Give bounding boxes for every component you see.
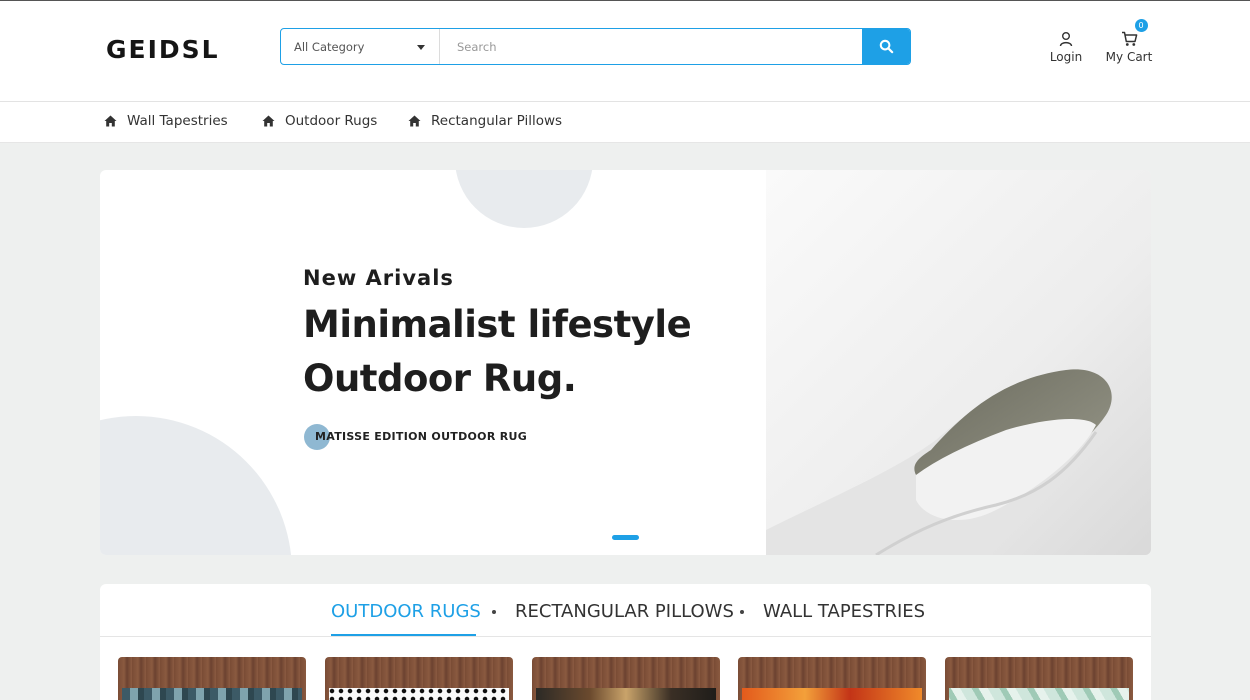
product-image: [122, 688, 302, 700]
product-image: [949, 688, 1129, 700]
product-image: [742, 688, 922, 700]
search-bar: All Category: [280, 28, 911, 65]
hero-subtitle: New Arivals: [303, 266, 454, 290]
search-button[interactable]: [862, 29, 910, 64]
hero-title: Minimalist lifestyle Outdoor Rug.: [303, 298, 723, 406]
slider-indicator[interactable]: [612, 535, 639, 540]
active-tab-underline: [331, 634, 476, 636]
product-card[interactable]: [945, 657, 1133, 700]
category-select[interactable]: All Category: [281, 29, 440, 64]
home-icon: [262, 115, 275, 127]
product-card[interactable]: [325, 657, 513, 700]
product-card[interactable]: [118, 657, 306, 700]
login-button[interactable]: Login: [1046, 27, 1086, 64]
tab-separator: [492, 610, 496, 614]
category-select-value: All Category: [294, 39, 365, 54]
hero-title-line: Outdoor Rug.: [303, 357, 577, 400]
decorative-circle: [455, 170, 593, 228]
site-header: GEIDSL All Category Login: [0, 0, 1250, 102]
tab-separator: [740, 610, 744, 614]
search-input[interactable]: [440, 29, 862, 64]
cart-icon: [1121, 31, 1137, 46]
cart-button[interactable]: 0 My Cart: [1104, 19, 1154, 64]
category-nav: Wall Tapestries Outdoor Rugs Rectangular…: [0, 102, 1250, 143]
user-icon: [1059, 32, 1073, 47]
tabs-bar: OUTDOOR RUGS RECTANGULAR PILLOWS WALL TA…: [100, 584, 1151, 637]
home-icon: [408, 115, 421, 127]
tab-rectangular-pillows[interactable]: RECTANGULAR PILLOWS: [515, 601, 734, 622]
product-image: [329, 688, 509, 700]
rolled-white-rug-image: [766, 170, 1151, 555]
nav-item-wall-tapestries[interactable]: Wall Tapestries: [104, 113, 228, 129]
decorative-circle: [100, 416, 292, 555]
search-icon: [879, 39, 893, 54]
product-card[interactable]: [532, 657, 720, 700]
nav-item-outdoor-rugs[interactable]: Outdoor Rugs: [262, 113, 377, 129]
cart-count-badge: 0: [1134, 19, 1148, 32]
rug-illustration: [766, 170, 1151, 555]
hero-tagline: MATISSE EDITION OUTDOOR RUG: [315, 430, 528, 443]
hero-banner[interactable]: New Arivals Minimalist lifestyle Outdoor…: [100, 170, 1151, 555]
product-image: [536, 688, 716, 700]
nav-item-label: Outdoor Rugs: [285, 113, 378, 129]
hero-title-line: Minimalist lifestyle: [303, 303, 692, 346]
nav-item-label: Wall Tapestries: [127, 113, 228, 129]
caret-down-icon: [417, 45, 425, 50]
home-icon: [104, 115, 117, 127]
site-logo[interactable]: GEIDSL: [106, 35, 220, 64]
nav-item-label: Rectangular Pillows: [431, 113, 563, 129]
nav-item-rectangular-pillows[interactable]: Rectangular Pillows: [408, 113, 562, 129]
login-label: Login: [1049, 50, 1083, 64]
tab-wall-tapestries[interactable]: WALL TAPESTRIES: [763, 601, 925, 622]
cart-label: My Cart: [1105, 50, 1153, 64]
product-card[interactable]: [738, 657, 926, 700]
product-tabs-panel: OUTDOOR RUGS RECTANGULAR PILLOWS WALL TA…: [100, 584, 1151, 700]
tab-outdoor-rugs[interactable]: OUTDOOR RUGS: [331, 601, 481, 622]
